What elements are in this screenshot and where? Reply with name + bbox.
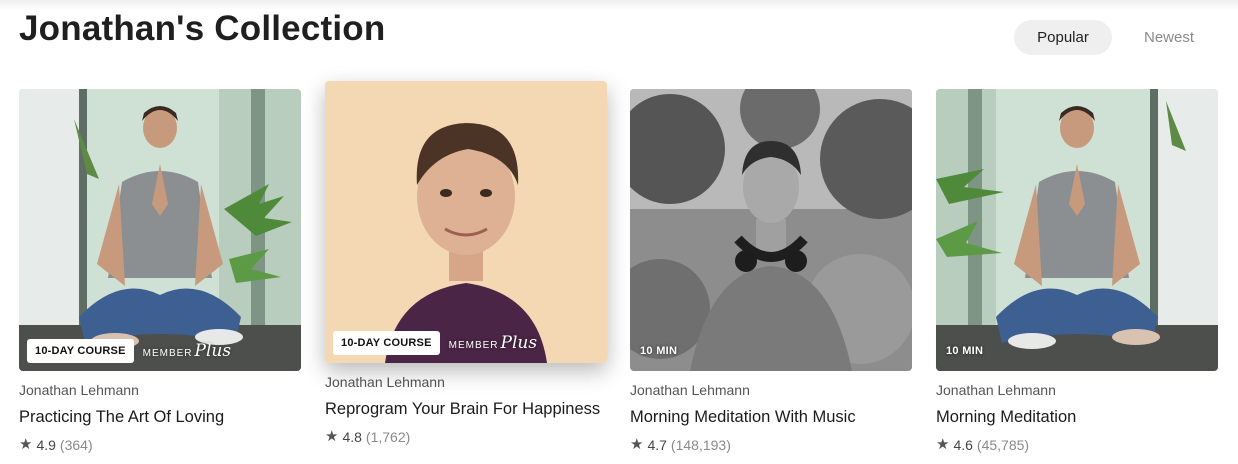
rating-count: (1,762) [365, 429, 411, 445]
rating-value: 4.8 [342, 429, 362, 445]
meditation-photo [936, 89, 1218, 371]
star-icon: ★ [936, 436, 950, 453]
course-title[interactable]: Morning Meditation With Music [630, 407, 912, 427]
member-plus-logo: MEMBER Plus [142, 341, 232, 361]
author-name[interactable]: Jonathan Lehmann [936, 381, 1218, 399]
rating: ★ 4.6 (45,785) [936, 436, 1218, 454]
duration-badge: 10 MIN [946, 345, 984, 357]
rating-count: (148,193) [670, 437, 731, 453]
rating-count: (45,785) [976, 437, 1030, 453]
rating: ★ 4.8 (1,762) [325, 428, 607, 446]
rating-value: 4.9 [36, 437, 56, 453]
author-name[interactable]: Jonathan Lehmann [630, 381, 912, 399]
star-icon: ★ [630, 436, 644, 453]
author-name[interactable]: Jonathan Lehmann [19, 381, 301, 399]
rating: ★ 4.9 (364) [19, 436, 301, 454]
meditation-photo [19, 89, 301, 371]
star-icon: ★ [19, 436, 33, 453]
bw-portrait-photo [630, 89, 912, 371]
page-title: Jonathan's Collection [19, 9, 386, 48]
course-title[interactable]: Practicing The Art Of Loving [19, 407, 301, 427]
rating-count: (364) [59, 437, 93, 453]
course-card[interactable]: 10-DAY COURSE MEMBER Plus Jonathan Lehman… [325, 81, 607, 446]
member-plus-logo: MEMBER Plus [448, 333, 538, 353]
course-thumbnail[interactable]: 10-DAY COURSE MEMBER Plus [325, 81, 607, 363]
rating-value: 4.7 [647, 437, 667, 453]
duration-badge: 10 MIN [640, 345, 678, 357]
portrait-photo [325, 81, 607, 363]
course-thumbnail[interactable]: 10-DAY COURSE MEMBER Plus [19, 89, 301, 371]
course-title[interactable]: Morning Meditation [936, 407, 1218, 427]
course-card[interactable]: 10-DAY COURSE MEMBER Plus Jonathan Lehman… [19, 89, 301, 454]
badges: 10-DAY COURSE MEMBER Plus [333, 331, 537, 355]
sort-newest-button[interactable]: Newest [1126, 20, 1212, 55]
course-card[interactable]: 10 MIN Jonathan Lehmann Morning Meditati… [630, 89, 912, 454]
rating-value: 4.6 [953, 437, 973, 453]
course-title[interactable]: Reprogram Your Brain For Happiness [325, 399, 607, 419]
star-icon: ★ [325, 428, 339, 445]
course-card[interactable]: 10 MIN Jonathan Lehmann Morning Meditati… [936, 89, 1218, 454]
course-thumbnail[interactable]: 10 MIN [630, 89, 912, 371]
course-length-badge: 10-DAY COURSE [27, 339, 134, 363]
author-name[interactable]: Jonathan Lehmann [325, 373, 607, 391]
course-length-badge: 10-DAY COURSE [333, 331, 440, 355]
course-thumbnail[interactable]: 10 MIN [936, 89, 1218, 371]
badges: 10-DAY COURSE MEMBER Plus [27, 339, 231, 363]
rating: ★ 4.7 (148,193) [630, 436, 912, 454]
sort-popular-button[interactable]: Popular [1014, 20, 1112, 55]
